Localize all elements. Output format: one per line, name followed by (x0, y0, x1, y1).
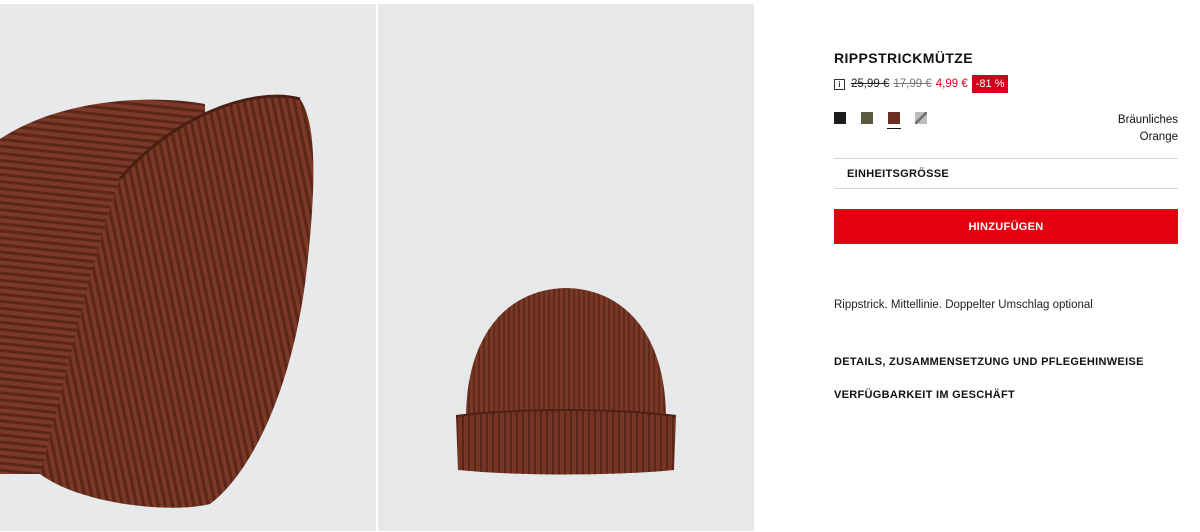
size-selector[interactable]: EINHEITSGRÖSSE (834, 158, 1178, 189)
previous-price: 17,99 € (893, 78, 932, 90)
color-name-line-1: Bräunliches (1117, 114, 1178, 126)
add-to-cart-button[interactable]: HINZUFÜGEN (834, 209, 1178, 244)
grey-pattern-swatch[interactable] (915, 112, 927, 124)
color-swatches (834, 112, 927, 129)
black-swatch[interactable] (834, 112, 846, 124)
info-icon[interactable]: i (834, 78, 845, 90)
current-price: 4,99 € (935, 78, 968, 90)
selected-color-name: Bräunliches Orange (1098, 112, 1178, 146)
beanie-full-photo[interactable] (378, 4, 754, 531)
original-price: 25,99 € (851, 78, 890, 90)
size-label: EINHEITSGRÖSSE (847, 167, 949, 180)
color-name-line-2: Orange (1139, 131, 1178, 143)
brown-swatch[interactable] (887, 112, 901, 129)
beanie-closeup-photo[interactable] (0, 4, 376, 531)
product-description: Rippstrick. Mittellinie. Doppelter Umsch… (834, 299, 1093, 311)
product-info-panel: RIPPSTRICKMÜTZE i 25,99 € 17,99 € 4,99 €… (834, 0, 1178, 532)
details-composition-care-link[interactable]: DETAILS, ZUSAMMENSETZUNG UND PFLEGEHINWE… (834, 356, 1144, 368)
store-availability-link[interactable]: VERFÜGBARKEIT IM GESCHÄFT (834, 389, 1015, 401)
product-page: RIPPSTRICKMÜTZE i 25,99 € 17,99 € 4,99 €… (0, 0, 1200, 532)
olive-swatch[interactable] (861, 112, 873, 124)
discount-badge: -81 % (971, 75, 1009, 93)
price-row: i 25,99 € 17,99 € 4,99 € -81 % (834, 75, 1009, 93)
product-title: RIPPSTRICKMÜTZE (834, 50, 973, 66)
